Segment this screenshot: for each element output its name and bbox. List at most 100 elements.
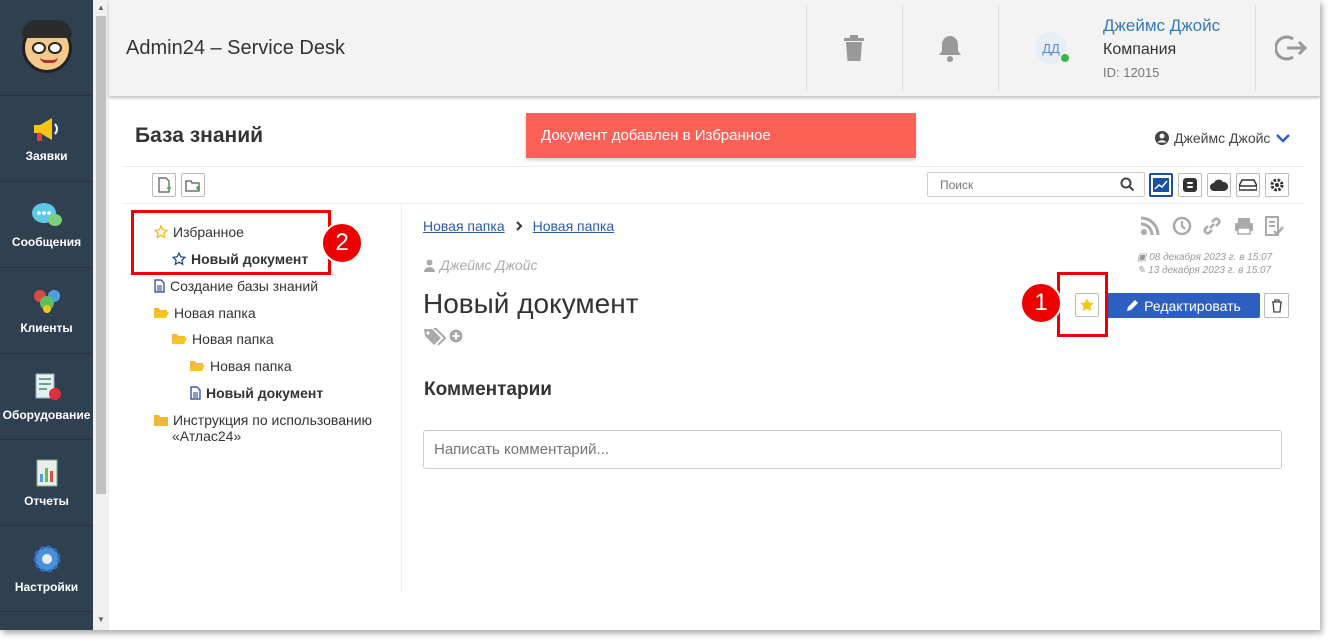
sidebar-item-label: Оборудование xyxy=(2,407,91,422)
trash-icon xyxy=(1271,298,1282,313)
folder-icon xyxy=(154,415,168,426)
new-folder-icon xyxy=(185,180,200,192)
logo[interactable] xyxy=(0,0,93,96)
sidebar-item-label: Отчеты xyxy=(24,493,69,508)
user-circle-icon xyxy=(1155,131,1169,145)
edit-date-icon: ✎ xyxy=(1137,265,1146,276)
comment-input[interactable] xyxy=(423,430,1282,469)
annotation-highlight-2 xyxy=(131,210,331,275)
new-file-icon xyxy=(158,177,171,193)
tree-item-document[interactable]: Создание базы знаний xyxy=(154,278,318,294)
notifications-button[interactable] xyxy=(902,5,997,91)
document-dates: ▣ 08 декабря 2023 г. в 15:07 ✎ 13 декабр… xyxy=(1137,251,1272,277)
modified-date: 13 декабря 2023 г. в 15:07 xyxy=(1148,265,1272,276)
sidebar-item-messages[interactable]: Сообщения xyxy=(0,182,93,268)
blogger-button[interactable] xyxy=(1178,173,1202,197)
trash-icon xyxy=(844,35,864,61)
user-name-link[interactable]: Джеймс Джойс xyxy=(1103,16,1220,36)
drive-button[interactable] xyxy=(1236,173,1260,197)
search-icon[interactable] xyxy=(1120,177,1135,192)
tree-item-label-continued[interactable]: «Атлас24» xyxy=(172,428,241,444)
toast-notification: Документ добавлен в Избранное xyxy=(526,113,916,158)
divider xyxy=(122,166,1305,167)
scroll-up-icon[interactable]: ▲ xyxy=(97,3,105,12)
history-icon[interactable] xyxy=(1171,215,1193,237)
breadcrumb-link[interactable]: Новая папка xyxy=(533,218,615,234)
folder-open-icon xyxy=(154,308,169,318)
document-icon xyxy=(154,279,165,293)
tree-item-folder[interactable]: Новая папка xyxy=(172,331,274,347)
delete-button[interactable] xyxy=(1264,293,1289,318)
tree-item-folder[interactable]: Новая папка xyxy=(154,305,256,321)
sidebar-scrollbar[interactable]: ▲ ▼ xyxy=(93,0,109,630)
new-document-button[interactable] xyxy=(152,173,176,197)
gear-icon xyxy=(33,545,60,572)
sidebar-item-label: Настройки xyxy=(14,579,79,594)
trash-button[interactable] xyxy=(806,5,901,91)
new-folder-button[interactable] xyxy=(181,173,205,197)
cloud-icon xyxy=(1210,179,1228,191)
page-title: База знаний xyxy=(135,124,264,147)
breadcrumb-link[interactable]: Новая папка xyxy=(423,218,505,234)
scrollbar-thumb[interactable] xyxy=(96,16,106,494)
bell-icon xyxy=(939,36,961,62)
chart-view-button[interactable] xyxy=(1149,173,1173,197)
sidebar-item-reports[interactable]: Отчеты xyxy=(0,440,93,526)
chart-icon xyxy=(1153,178,1169,192)
hard-drive-icon xyxy=(1239,179,1257,191)
user-icon xyxy=(424,259,435,272)
tree-item-label: Новая папка xyxy=(210,358,292,374)
avatar-initials: ДД xyxy=(1042,40,1060,56)
created-date: 08 декабря 2023 г. в 15:07 xyxy=(1149,252,1273,263)
sidebar-item-label: Сообщения xyxy=(11,234,82,249)
annotation-badge-2: 2 xyxy=(321,222,363,264)
document-title: Новый документ xyxy=(423,288,639,319)
annotation-badge-1: 1 xyxy=(1020,282,1062,324)
sidebar-item-equipment[interactable]: Оборудование xyxy=(0,354,93,440)
megaphone-icon xyxy=(33,117,58,141)
tree-item-label: Создание базы знаний xyxy=(170,278,319,294)
top-bar: Admin24 – Service Desk ДД Джеймс Джойс К… xyxy=(109,0,1320,96)
document-author: Джеймс Джойс xyxy=(424,257,537,273)
search-input[interactable] xyxy=(927,172,1145,197)
tree-item-selected-document[interactable]: Новый документ xyxy=(190,385,323,401)
review-icon[interactable] xyxy=(1263,215,1285,237)
breadcrumb: Новая папка Новая папка xyxy=(423,218,614,234)
sidebar-item-label: Клиенты xyxy=(20,320,73,335)
print-icon[interactable] xyxy=(1233,215,1255,237)
edit-button[interactable]: Редактировать xyxy=(1107,293,1260,318)
scroll-down-icon[interactable]: ▼ xyxy=(97,615,105,624)
tags-icon[interactable] xyxy=(423,327,447,345)
settings-button[interactable] xyxy=(1265,173,1289,197)
sidebar-item-settings[interactable]: Настройки xyxy=(0,526,93,612)
user-company: Компания xyxy=(1103,41,1177,58)
author-name: Джеймс Джойс xyxy=(440,257,538,273)
add-tag-icon[interactable] xyxy=(449,329,463,343)
avatar[interactable]: ДД xyxy=(1035,32,1069,64)
folder-open-icon xyxy=(172,334,187,344)
sidebar-item-requests[interactable]: Заявки xyxy=(0,96,93,182)
tree-item-folder[interactable]: Инструкция по использованию xyxy=(154,412,372,428)
logout-button[interactable] xyxy=(1255,5,1320,91)
report-icon xyxy=(36,459,57,486)
app-title: Admin24 – Service Desk xyxy=(126,37,345,59)
link-icon[interactable] xyxy=(1201,215,1223,237)
tags-area xyxy=(423,327,463,345)
cloud-button[interactable] xyxy=(1207,173,1231,197)
app-window: Заявки Сообщения Клиенты Оборудование От… xyxy=(0,0,1320,630)
calendar-add-icon: ▣ xyxy=(1137,252,1147,263)
tree-item-label: Инструкция по использованию xyxy=(173,412,373,428)
header-user-menu[interactable]: Джеймс Джойс xyxy=(1155,130,1291,146)
chevron-right-icon xyxy=(515,221,523,231)
sidebar-item-clients[interactable]: Клиенты xyxy=(0,268,93,354)
tree-item-folder[interactable]: Новая папка xyxy=(190,358,292,374)
sidebar-item-label: Заявки xyxy=(25,148,68,163)
chat-bubble-icon xyxy=(31,202,62,226)
folder-open-icon xyxy=(190,361,205,371)
annotation-highlight-1 xyxy=(1057,272,1108,337)
rss-icon[interactable] xyxy=(1139,215,1161,237)
document-icon xyxy=(190,386,201,400)
gear-icon xyxy=(1270,178,1284,192)
users-icon xyxy=(33,289,60,313)
pencil-icon xyxy=(1127,300,1139,311)
